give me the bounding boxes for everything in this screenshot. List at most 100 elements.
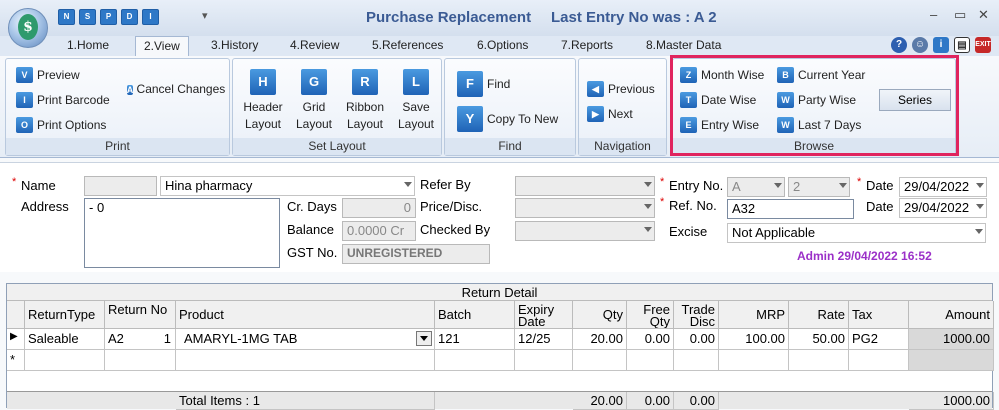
save-layout-button[interactable]: L Save Layout [391,69,441,133]
support-icon[interactable]: ☺ [912,37,928,53]
print-options-button[interactable]: O Print Options [16,117,106,133]
chevron-down-icon[interactable] [774,183,782,188]
entry-wise-button[interactable]: E Entry Wise [680,117,759,133]
name-code-field[interactable] [84,176,157,196]
entry-number-combo[interactable]: 2 [788,177,850,197]
refer-by-combo[interactable] [515,176,655,196]
col-expiry[interactable]: Expiry Date [515,301,573,329]
info-icon[interactable]: i [933,37,949,53]
cell-return-type[interactable]: Saleable [25,329,105,350]
cell-rate[interactable]: 50.00 [789,329,849,350]
qat-print-icon[interactable]: P [100,9,117,25]
col-batch[interactable]: Batch [435,301,515,329]
new-cell-trade-disc[interactable] [674,350,719,371]
entry-series-combo[interactable]: A [727,177,785,197]
tab-reports[interactable]: 7.Reports [561,38,613,52]
chevron-down-icon[interactable] [839,183,847,188]
ref-date-picker[interactable]: 29/04/2022 [899,198,987,218]
chevron-down-icon[interactable] [976,183,984,188]
new-cell-rate[interactable] [789,350,849,371]
tab-home[interactable]: 1.Home [67,38,109,52]
price-disc-combo[interactable] [515,198,655,218]
close-button[interactable]: ✕ [978,7,989,23]
chevron-down-icon[interactable] [975,229,983,234]
excise-combo[interactable]: Not Applicable [727,223,986,243]
series-button[interactable]: Series [879,89,951,111]
cancel-changes-button[interactable]: A Cancel Changes [126,81,226,98]
cr-days-field[interactable]: 0 [342,198,416,218]
cell-qty[interactable]: 20.00 [573,329,627,350]
new-cell-batch[interactable] [435,350,515,371]
col-mrp[interactable]: MRP [719,301,789,329]
new-cell-tax[interactable] [849,350,909,371]
tab-history[interactable]: 3.History [211,38,258,52]
product-dropdown-button[interactable] [416,331,432,346]
col-trade-disc[interactable]: Trade Disc [674,301,719,329]
col-rate[interactable]: Rate [789,301,849,329]
print-barcode-button[interactable]: I Print Barcode [16,92,110,108]
tab-view[interactable]: 2.View [135,36,189,57]
exit-icon[interactable]: EXIT [975,37,991,53]
date-picker[interactable]: 29/04/2022 [899,177,987,197]
tab-review[interactable]: 4.Review [290,38,339,52]
cell-batch[interactable]: 121 [435,329,515,350]
grid-layout-button[interactable]: G Grid Layout [289,69,339,133]
tab-references[interactable]: 5.References [372,38,443,52]
cell-free-qty[interactable]: 0.00 [627,329,674,350]
qat-delete-icon[interactable]: D [121,9,138,25]
cell-return-no[interactable]: A2 1 [105,329,176,350]
last-7-days-button[interactable]: W Last 7 Days [777,117,861,133]
new-cell-product[interactable] [176,350,435,371]
document-icon[interactable]: ▤ [954,37,970,53]
party-wise-button[interactable]: W Party Wise [777,92,856,108]
help-icon[interactable]: ? [891,37,907,53]
new-cell-return-type[interactable] [25,350,105,371]
cell-product[interactable]: AMARYL-1MG TAB [176,329,435,350]
tab-master-data[interactable]: 8.Master Data [646,38,721,52]
col-qty[interactable]: Qty [573,301,627,329]
qat-save-icon[interactable]: S [79,9,96,25]
minimize-button[interactable]: – [930,7,937,22]
cell-tax[interactable]: PG2 [849,329,909,350]
cell-mrp[interactable]: 100.00 [719,329,789,350]
col-amount[interactable]: Amount [909,301,994,329]
col-tax[interactable]: Tax [849,301,909,329]
tab-options[interactable]: 6.Options [477,38,528,52]
chevron-down-icon[interactable] [644,182,652,187]
address-field[interactable]: - 0 [84,198,280,268]
find-button[interactable]: F Find [457,71,510,97]
name-combo[interactable]: Hina pharmacy [160,176,415,196]
date-wise-button[interactable]: T Date Wise [680,92,756,108]
col-product[interactable]: Product [176,301,435,329]
ref-no-field[interactable]: A32 [727,199,854,219]
new-cell-mrp[interactable] [719,350,789,371]
maximize-button[interactable]: ▭ [954,7,966,23]
current-year-button[interactable]: B Current Year [777,67,865,83]
qat-new-icon[interactable]: N [58,9,75,25]
chevron-down-icon[interactable] [644,227,652,232]
qat-customize-icon[interactable]: ▾ [202,9,208,22]
col-return-type[interactable]: ReturnType [25,301,105,329]
header-layout-button[interactable]: H Header Layout [238,69,288,133]
previous-button[interactable]: ◀ Previous [587,81,655,97]
new-cell-return-no[interactable] [105,350,176,371]
cell-expiry[interactable]: 12/25 [515,329,573,350]
cell-trade-disc[interactable]: 0.00 [674,329,719,350]
chevron-down-icon[interactable] [976,204,984,209]
app-menu-button[interactable]: $ [8,8,48,48]
qat-info-icon[interactable]: I [142,9,159,25]
copy-to-new-button[interactable]: Y Copy To New [457,106,558,132]
month-wise-button[interactable]: Z Month Wise [680,67,764,83]
chevron-down-icon[interactable] [404,182,412,187]
col-free-qty[interactable]: Free Qty [627,301,674,329]
new-cell-free-qty[interactable] [627,350,674,371]
new-cell-qty[interactable] [573,350,627,371]
col-return-no[interactable]: Return No [105,301,176,329]
checked-by-combo[interactable] [515,221,655,241]
next-button[interactable]: ▶ Next [587,106,633,122]
new-row-marker-icon[interactable]: * [7,350,25,371]
chevron-down-icon[interactable] [644,204,652,209]
row-selector-icon[interactable]: ▶ [7,329,25,350]
preview-button[interactable]: V Preview [16,67,80,83]
ribbon-layout-button[interactable]: R Ribbon Layout [340,69,390,133]
